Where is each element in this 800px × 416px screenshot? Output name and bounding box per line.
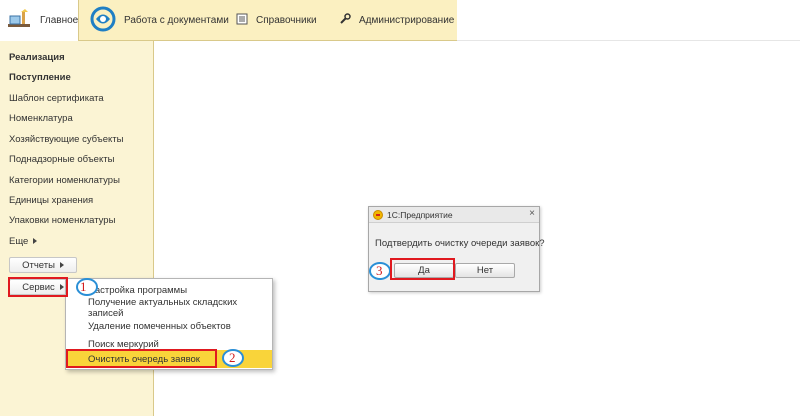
reports-button[interactable]: Отчеты (9, 257, 77, 273)
sidebar-item-supervised-objects[interactable]: Поднадзорные объекты (9, 154, 114, 165)
annotation-number-2: 2 (229, 350, 236, 365)
sidebar-item-more[interactable]: Еще (9, 236, 38, 247)
nav-tab-references-label: Справочники (256, 15, 317, 26)
wrench-icon (339, 13, 351, 28)
reference-book-icon (236, 13, 248, 28)
nav-tab-administration[interactable]: Администрирование (339, 0, 457, 41)
annotation-number-3: 3 (376, 263, 383, 278)
close-icon[interactable]: × (529, 208, 535, 219)
sidebar-item-storage-units[interactable]: Единицы хранения (9, 195, 93, 206)
reports-button-label: Отчеты (22, 259, 55, 271)
sidebar-item-business-entities[interactable]: Хозяйствующие субъекты (9, 134, 123, 145)
chevron-right-icon (59, 262, 64, 268)
nav-tab-administration-label: Администрирование (359, 15, 455, 26)
annotation-box-service (8, 277, 68, 297)
1c-logo-icon (373, 210, 383, 220)
annotation-number-1-overlay: 1 (80, 279, 87, 294)
nav-tab-documents[interactable]: Работа с документами (90, 0, 230, 41)
nav-tab-documents-label: Работа с документами (124, 15, 229, 26)
nav-tab-references[interactable]: Справочники (236, 0, 326, 41)
dialog-message: Подтвердить очистку очереди заявок? (375, 238, 545, 249)
nav-tab-main[interactable]: Главное (0, 0, 79, 41)
desk-icon (6, 8, 32, 33)
sidebar-item-more-label: Еще (9, 236, 29, 247)
sidebar-item-nomenclature[interactable]: Номенклатура (9, 113, 73, 124)
chevron-right-icon (33, 238, 38, 245)
nav-tab-main-label: Главное (40, 15, 79, 26)
sidebar-item-nomenclature-categories[interactable]: Категории номенклатуры (9, 175, 120, 186)
annotation-box-clear-queue (66, 349, 217, 368)
dialog-title: 1С:Предприятие (387, 209, 453, 220)
top-bar-empty-area (457, 0, 800, 41)
documents-swirl-icon (90, 6, 116, 35)
sidebar-item-sales[interactable]: Реализация (9, 52, 65, 63)
sidebar-item-certificate-template[interactable]: Шаблон сертификата (9, 93, 104, 104)
no-button[interactable]: Нет (455, 263, 515, 278)
dialog-title-bar[interactable]: 1С:Предприятие × (369, 207, 539, 223)
menu-item-get-warehouse-records[interactable]: Получение актуальных складских записей (66, 297, 272, 319)
annotation-box-yes (390, 258, 455, 280)
sidebar-item-receipts[interactable]: Поступление (9, 72, 71, 83)
sidebar-item-nomenclature-packaging[interactable]: Упаковки номенклатуры (9, 215, 115, 226)
menu-item-delete-marked-objects[interactable]: Удаление помеченных объектов (66, 317, 272, 335)
